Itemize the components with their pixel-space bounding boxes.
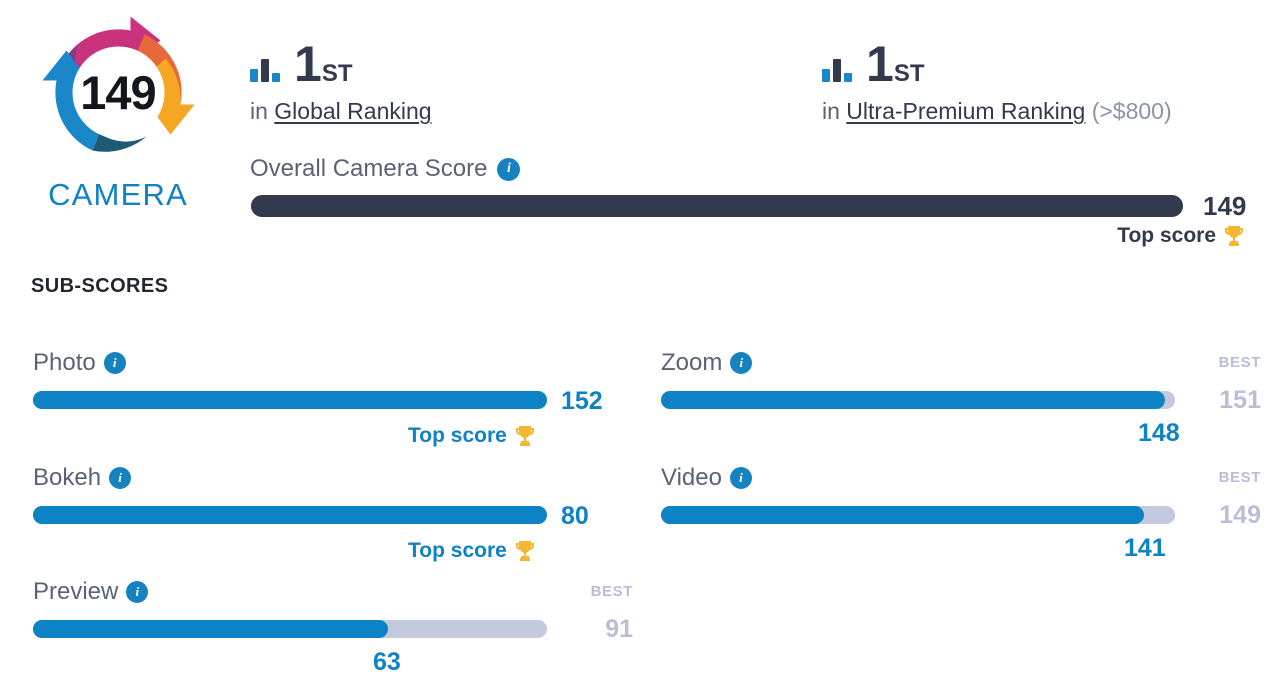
subscore-fill [33,391,547,409]
subscore-label-row: Video i [661,463,1175,493]
subscore-fill [33,506,547,524]
info-icon[interactable]: i [126,581,149,603]
info-icon[interactable]: i [497,157,521,181]
overall-top-score-badge: Top score [1117,224,1246,248]
overall-score-number: 149 [80,66,156,119]
overall-score-track [251,195,1183,217]
subscore-bar-wrap: 152 Top score [33,387,603,447]
best-label: BEST [1218,469,1261,486]
top-score-badge: Top score [408,539,537,563]
subscore-label-row: Bokeh i [33,463,547,493]
trophy-icon [513,539,537,563]
logo-caption: CAMERA [48,177,188,212]
subscore-bar-wrap: 91 63 [33,615,633,676]
info-icon[interactable]: i [730,352,753,374]
subscore-track [661,391,1175,409]
subscore-label-row: Preview i [33,577,547,607]
overall-score-fill [251,195,1183,217]
best-value: 91 [605,615,633,643]
subscore-value: 63 [373,648,401,676]
ranking-place-suffix: ST [321,60,353,87]
overall-score-value: 149 [1203,191,1247,221]
ranking-global: 1 ST in Global Ranking [250,30,432,125]
subscore-fill [33,620,388,638]
top-score-label: Top score [408,424,507,447]
subscore-name: Preview [33,578,119,605]
camera-score-panel: 149 CAMERA 1 ST in Global Ranking 1 ST in … [0,0,1276,686]
top-score-badge: Top score [408,424,537,448]
ranking-place: 1 [294,35,322,92]
best-value: 149 [1219,501,1261,529]
subscore-value: 148 [1138,419,1180,447]
best-value: 151 [1219,386,1261,414]
best-label: BEST [1218,354,1261,371]
ranking-description: in Global Ranking [250,98,432,125]
ranking-description: in Ultra-Premium Ranking (>$800) [822,98,1172,125]
info-icon[interactable]: i [109,467,132,489]
ranking-place: 1 [866,35,894,92]
subscore-name: Bokeh [33,464,102,491]
subscore-label-row: Photo i [33,348,547,378]
subscore-fill [661,506,1145,524]
camera-score-logo: 149 CAMERA [28,10,208,213]
trophy-icon [1222,224,1246,248]
subscore-track [661,506,1175,524]
subscore-track [33,620,547,638]
overall-score-label-row: Overall Camera Score i [250,155,521,183]
subscore-row-bokeh: Bokeh i 80 Top score [33,463,589,562]
subscore-fill [661,391,1165,409]
subscore-value: 152 [561,387,603,415]
subscores-heading: SUB-SCORES [31,275,169,297]
ranking-prefix: in [822,98,840,124]
subscore-track [33,391,547,409]
global-ranking-link[interactable]: Global Ranking [274,98,431,124]
subscore-row-photo: Photo i 152 Top score [33,348,603,447]
overall-score-label: Overall Camera Score [250,155,488,182]
subscore-value: 141 [1124,534,1166,562]
ranking-place-row: 1 ST [822,30,1172,88]
best-label: BEST [590,583,633,600]
bar-chart-icon [822,59,852,82]
ultra-premium-ranking-link[interactable]: Ultra-Premium Ranking [846,98,1085,124]
subscore-row-preview: Preview i BEST 91 63 [33,577,633,676]
ranking-price-range: (>$800) [1091,98,1172,124]
ranking-ultra-premium: 1 ST in Ultra-Premium Ranking (>$800) [822,30,1172,125]
info-icon[interactable]: i [729,467,752,489]
subscore-bar-wrap: 151 148 [661,386,1261,447]
ranking-place-suffix: ST [893,60,925,87]
info-icon[interactable]: i [103,352,126,374]
subscore-row-video: Video i BEST 149 141 [661,463,1261,562]
subscore-value: 80 [561,502,589,530]
subscore-name: Photo [33,349,96,376]
ranking-prefix: in [250,98,268,124]
subscore-bar-wrap: 80 Top score [33,502,589,562]
subscore-label-row: Zoom i [661,348,1175,378]
subscore-track [33,506,547,524]
ranking-place-row: 1 ST [250,30,432,88]
score-ring: 149 [36,10,201,175]
subscore-row-zoom: Zoom i BEST 151 148 [661,348,1261,447]
trophy-icon [513,424,537,448]
subscore-bar-wrap: 149 141 [661,501,1261,562]
subscore-name: Video [661,464,722,491]
top-score-label: Top score [408,539,507,562]
bar-chart-icon [250,59,280,82]
subscore-name: Zoom [661,349,723,376]
top-score-label: Top score [1117,224,1216,247]
